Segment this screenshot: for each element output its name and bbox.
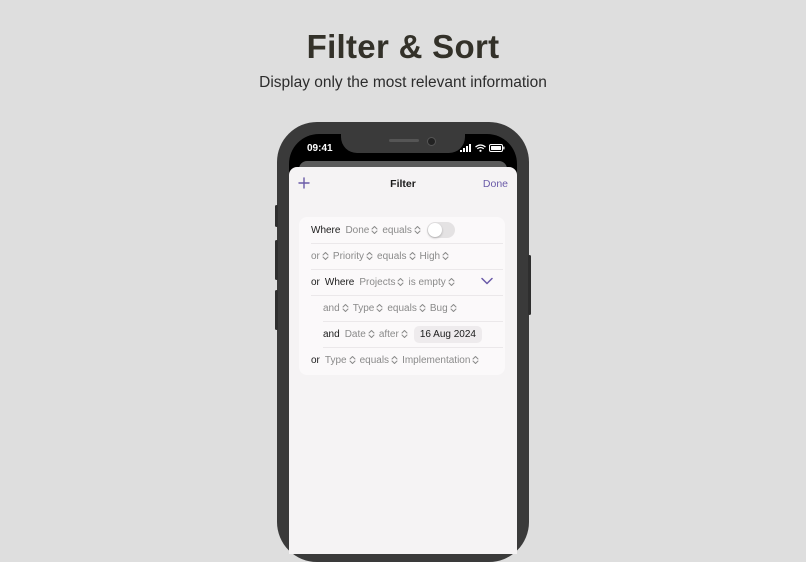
field-picker[interactable]: Projects — [359, 277, 395, 288]
chevron-up-down-icon[interactable] — [409, 251, 416, 261]
filter-rule-4: and Type equals Bug — [323, 295, 503, 322]
done-button[interactable]: Done — [483, 178, 508, 190]
chevron-up-down-icon[interactable] — [450, 303, 457, 313]
chevron-up-down-icon[interactable] — [371, 225, 378, 235]
operator-picker[interactable]: equals — [377, 251, 406, 262]
chevron-up-down-icon[interactable] — [349, 355, 356, 365]
status-icons — [460, 143, 505, 153]
chevron-up-down-icon[interactable] — [472, 355, 479, 365]
chevron-up-down-icon[interactable] — [419, 303, 426, 313]
notch — [341, 134, 465, 153]
rule-keyword: Where — [324, 276, 355, 288]
field-picker[interactable]: Type — [325, 355, 347, 366]
filter-group-header: or Where Projects is empty — [311, 269, 503, 296]
signal-icon — [460, 144, 471, 152]
field-picker[interactable]: Date — [345, 329, 366, 340]
chevron-up-down-icon[interactable] — [376, 303, 383, 313]
value-picker[interactable]: High — [420, 251, 441, 262]
value-picker[interactable]: Bug — [430, 303, 448, 314]
chevron-up-down-icon[interactable] — [342, 303, 349, 313]
operator-picker[interactable]: after — [379, 329, 399, 340]
rule-keyword: or — [311, 276, 320, 288]
phone-volume-up-button — [275, 240, 278, 280]
chevron-up-down-icon[interactable] — [368, 329, 375, 339]
filter-rule-6: or Type equals Implementation — [311, 347, 503, 373]
filter-rule-5: and Date after 16 Aug 2024 — [323, 321, 503, 348]
done-toggle[interactable] — [426, 222, 455, 238]
operator-picker[interactable]: is empty — [408, 277, 445, 288]
conjunction-picker[interactable]: or — [311, 251, 320, 262]
page-subtitle: Display only the most relevant informati… — [259, 74, 547, 91]
field-picker[interactable]: Done — [345, 225, 369, 236]
status-time: 09:41 — [307, 143, 333, 154]
chevron-up-down-icon[interactable] — [448, 277, 455, 287]
chevron-up-down-icon[interactable] — [366, 251, 373, 261]
battery-icon — [489, 144, 505, 152]
rule-keyword: and — [323, 328, 340, 340]
chevron-up-down-icon[interactable] — [391, 355, 398, 365]
page-title: Filter & Sort — [306, 28, 500, 65]
operator-picker[interactable]: equals — [387, 303, 416, 314]
speaker — [389, 139, 419, 142]
phone-screen: 09:41 Filter Done Where Done equals or P… — [289, 134, 517, 554]
filter-rules-card: Where Done equals or Priority equals Hig… — [299, 217, 505, 375]
rule-keyword: or — [311, 354, 320, 366]
chevron-up-down-icon[interactable] — [322, 251, 329, 261]
conjunction-picker[interactable]: and — [323, 303, 340, 314]
chevron-up-down-icon[interactable] — [397, 277, 404, 287]
chevron-down-icon[interactable] — [481, 277, 493, 285]
phone-power-button — [528, 255, 531, 315]
chevron-up-down-icon[interactable] — [414, 225, 421, 235]
chevron-up-down-icon[interactable] — [442, 251, 449, 261]
field-picker[interactable]: Type — [353, 303, 375, 314]
phone-mute-button — [275, 205, 278, 227]
filter-sheet: Filter Done Where Done equals or Priorit… — [289, 167, 517, 554]
operator-picker[interactable]: equals — [382, 225, 411, 236]
filter-rule-1: Where Done equals — [311, 217, 503, 244]
toggle-knob — [427, 223, 442, 237]
wifi-icon — [475, 144, 486, 152]
rule-keyword: Where — [311, 224, 341, 236]
field-picker[interactable]: Priority — [333, 251, 364, 262]
filter-rule-2: or Priority equals High — [311, 243, 503, 270]
camera — [427, 137, 436, 146]
chevron-up-down-icon[interactable] — [401, 329, 408, 339]
phone-volume-down-button — [275, 290, 278, 330]
operator-picker[interactable]: equals — [360, 355, 389, 366]
value-picker[interactable]: Implementation — [402, 355, 470, 366]
date-picker[interactable]: 16 Aug 2024 — [413, 325, 482, 343]
